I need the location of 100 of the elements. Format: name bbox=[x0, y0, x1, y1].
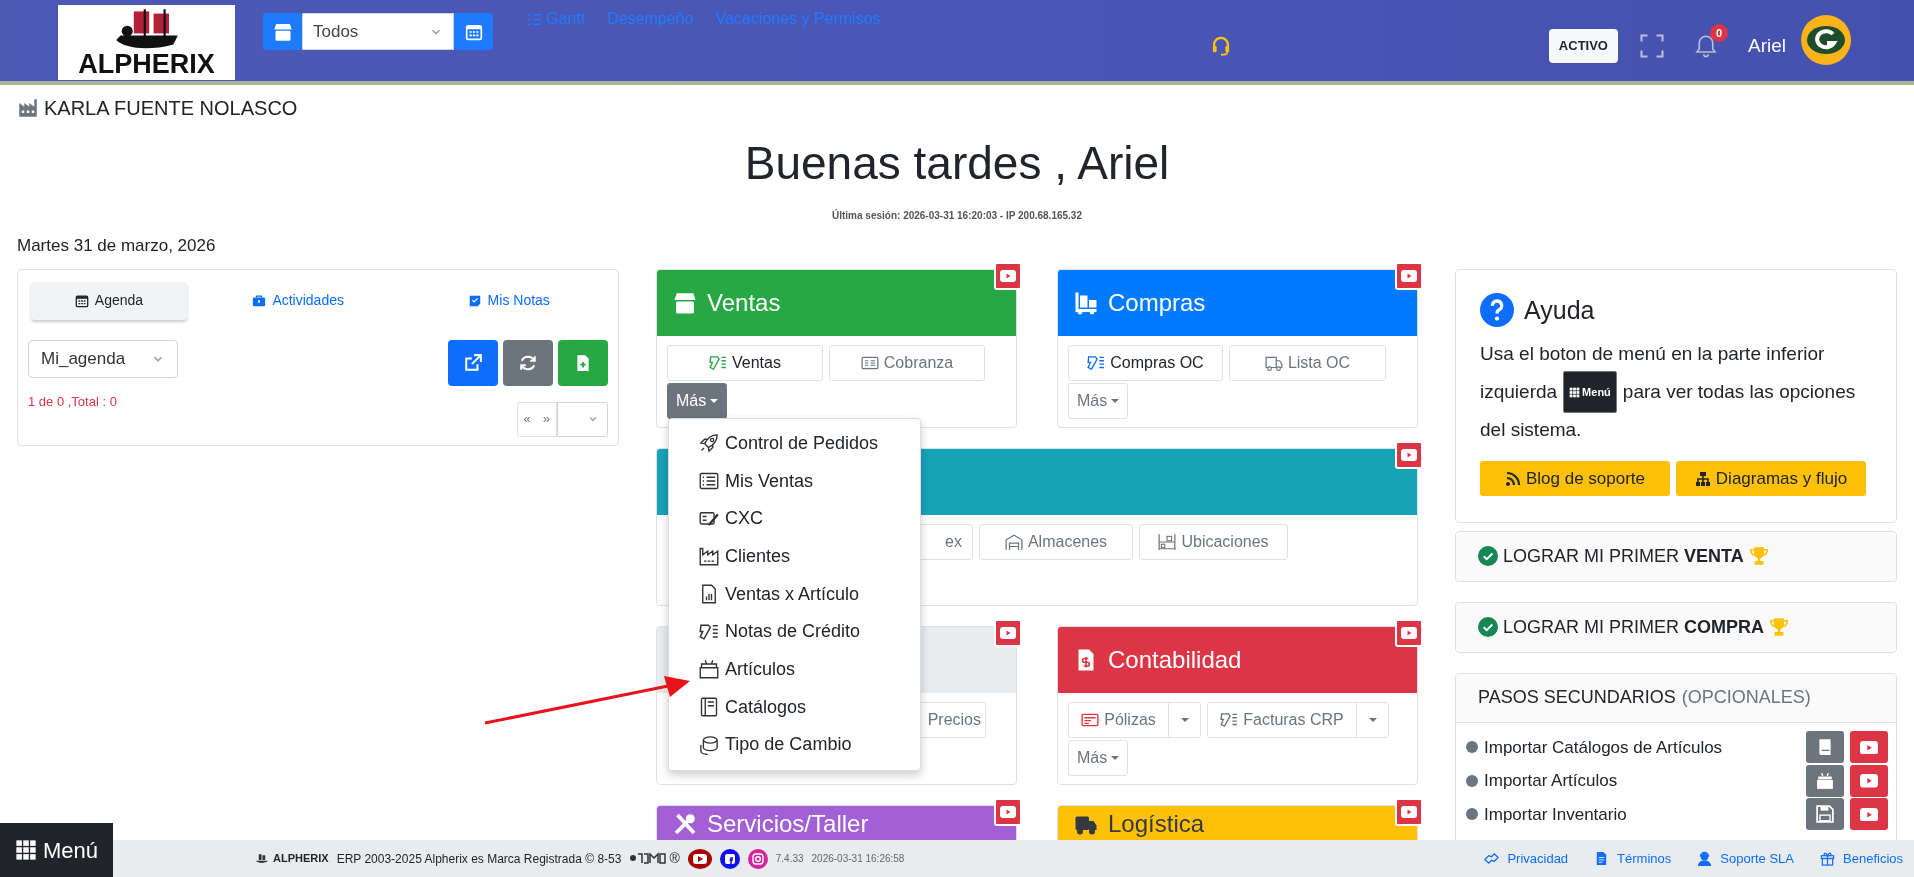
external-link-icon bbox=[464, 353, 482, 372]
dropdown-item[interactable]: Artículos bbox=[699, 650, 796, 689]
agenda-tab[interactable]: Actividades bbox=[198, 281, 398, 320]
sitemap-icon bbox=[1694, 470, 1711, 487]
module-button[interactable]: Compras OC bbox=[1068, 344, 1223, 381]
trophy-icon bbox=[1769, 617, 1790, 637]
help-button[interactable]: Blog de soporte bbox=[1480, 461, 1670, 496]
gift-icon bbox=[1820, 851, 1835, 866]
brand-ship-icon bbox=[255, 852, 269, 865]
step-button[interactable] bbox=[1806, 731, 1844, 764]
footer-link[interactable]: Beneficios bbox=[1820, 848, 1903, 869]
video-button[interactable] bbox=[1850, 731, 1888, 764]
fullscreen-icon bbox=[1640, 34, 1664, 58]
grid-icon bbox=[14, 839, 37, 861]
file-chart-icon bbox=[699, 584, 719, 605]
more-button[interactable]: Más bbox=[1068, 382, 1129, 419]
module-title: Compras bbox=[1108, 287, 1206, 318]
version-text: 7.4.33 bbox=[775, 852, 804, 866]
calendar-select[interactable]: Mi_agenda bbox=[28, 339, 178, 378]
shelves-icon bbox=[1158, 532, 1177, 551]
dropdown-item[interactable]: Clientes bbox=[699, 537, 791, 576]
video-button[interactable] bbox=[1850, 798, 1888, 831]
video-button[interactable] bbox=[1850, 764, 1888, 797]
footer-link[interactable]: Términos bbox=[1594, 848, 1672, 869]
video-button[interactable] bbox=[1395, 261, 1423, 290]
refresh-button[interactable] bbox=[503, 339, 553, 386]
help-icon bbox=[1480, 293, 1514, 328]
step-button[interactable] bbox=[1806, 798, 1844, 831]
fullscreen-button[interactable] bbox=[1640, 34, 1664, 58]
module-title: Servicios/Taller bbox=[707, 811, 869, 836]
play-icon bbox=[1401, 448, 1417, 461]
agenda-tab[interactable]: Mis Notas bbox=[409, 281, 608, 320]
play-icon bbox=[1860, 807, 1878, 821]
tag-list-icon bbox=[1087, 353, 1106, 372]
module-button[interactable]: Almacenes bbox=[979, 523, 1133, 560]
step-button[interactable] bbox=[1806, 764, 1844, 797]
partner-logo-icon bbox=[629, 852, 668, 865]
bell-icon bbox=[1694, 34, 1718, 58]
menu-button[interactable]: Menú bbox=[0, 823, 113, 877]
notifications-button[interactable] bbox=[1694, 34, 1718, 58]
support-button[interactable] bbox=[1210, 36, 1231, 56]
menu-chip: Menú bbox=[1563, 371, 1617, 413]
module-button[interactable]: Ventas bbox=[667, 344, 823, 381]
dropdown-item[interactable]: Notas de Crédito bbox=[699, 612, 861, 651]
help-text: Usa el boton de menú en la parte inferior bbox=[1480, 342, 1825, 366]
help-text: del sistema. bbox=[1480, 418, 1582, 442]
store-select[interactable]: Todos bbox=[302, 13, 454, 50]
module-button[interactable]: Facturas CRP bbox=[1207, 701, 1357, 738]
open-button[interactable] bbox=[448, 339, 498, 386]
package-icon bbox=[1816, 771, 1834, 790]
headset-icon bbox=[1210, 36, 1231, 56]
more-button[interactable]: Más bbox=[667, 382, 728, 419]
module-title: Ventas bbox=[707, 287, 781, 318]
video-button[interactable] bbox=[1395, 797, 1423, 826]
greeting: Buenas tardes , Ariel bbox=[744, 140, 1170, 186]
module-button[interactable]: Lista OC bbox=[1229, 344, 1386, 381]
dropdown-item[interactable]: Catálogos bbox=[699, 688, 807, 726]
book-icon bbox=[1816, 738, 1834, 757]
agenda-tab[interactable]: Agenda bbox=[31, 281, 187, 320]
steps-subtitle: (OPCIONALES) bbox=[1681, 686, 1811, 709]
trophy-icon bbox=[1748, 546, 1769, 566]
module-button[interactable]: Cobranza bbox=[829, 344, 985, 381]
dolly-icon bbox=[1074, 290, 1098, 315]
help-text: para ver todas las opciones bbox=[1622, 380, 1856, 404]
pager-link[interactable]: « bbox=[523, 409, 531, 429]
dropdown-toggle-button[interactable] bbox=[1356, 701, 1389, 738]
more-button[interactable]: Más bbox=[1068, 739, 1129, 776]
floppy-icon bbox=[1816, 805, 1834, 824]
video-button[interactable] bbox=[1395, 618, 1423, 647]
module-button[interactable]: Ubicaciones bbox=[1139, 523, 1288, 560]
dropdown-item[interactable]: Control de Pedidos bbox=[699, 424, 879, 463]
dropdown-toggle-button[interactable] bbox=[1168, 701, 1201, 738]
user-avatar[interactable] bbox=[1800, 14, 1852, 66]
help-title: Ayuda bbox=[1524, 294, 1595, 326]
help-button[interactable]: Diagramas y flujo bbox=[1676, 461, 1866, 496]
footer-link[interactable]: Privacidad bbox=[1484, 848, 1569, 869]
play-icon bbox=[1000, 269, 1016, 282]
dropdown-item[interactable]: Tipo de Cambio bbox=[699, 726, 852, 764]
calendar-icon bbox=[74, 293, 89, 308]
video-button[interactable] bbox=[1395, 440, 1423, 469]
tag-list-icon bbox=[699, 621, 719, 642]
dropdown-item[interactable]: Mis Ventas bbox=[699, 462, 814, 500]
book-icon bbox=[699, 697, 719, 718]
video-button[interactable] bbox=[994, 618, 1022, 647]
new-file-button[interactable] bbox=[558, 339, 608, 386]
status-button[interactable]: ACTIVO bbox=[1548, 29, 1618, 63]
tag-list-icon bbox=[709, 353, 728, 372]
play-icon bbox=[1401, 626, 1417, 639]
list-icon bbox=[699, 471, 719, 492]
module-button[interactable]: Pólizas bbox=[1068, 701, 1169, 738]
store-button[interactable] bbox=[263, 13, 302, 50]
video-button[interactable] bbox=[994, 797, 1022, 826]
pager-link[interactable]: » bbox=[542, 409, 550, 429]
dropdown-item[interactable]: CXC bbox=[699, 499, 763, 538]
calendar-button[interactable] bbox=[454, 13, 493, 50]
footer-link[interactable]: Soporte SLA bbox=[1697, 848, 1794, 869]
play-icon bbox=[1000, 805, 1016, 818]
video-button[interactable] bbox=[994, 261, 1022, 290]
dropdown-item[interactable]: Ventas x Artículo bbox=[699, 575, 860, 613]
notification-count: 0 bbox=[1710, 24, 1728, 42]
